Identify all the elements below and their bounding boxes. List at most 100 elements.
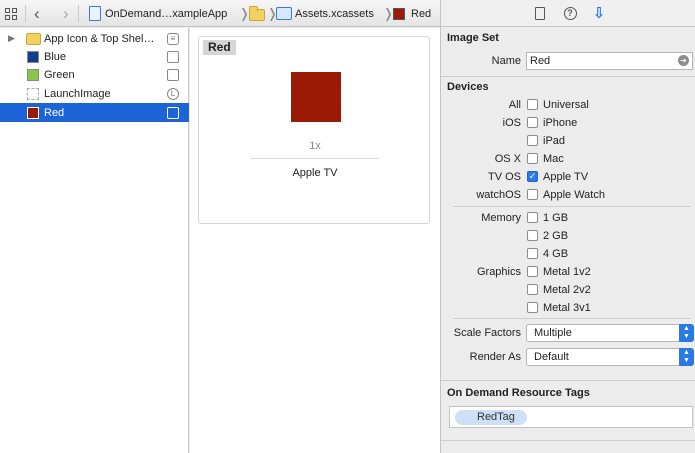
section-title-devices: Devices	[447, 81, 489, 93]
list-item-green[interactable]: Green	[0, 65, 189, 84]
checkbox-memory-4gb[interactable]	[527, 248, 538, 259]
scale-label: 1x	[309, 140, 321, 152]
section-separator	[453, 318, 691, 319]
list-item-app-icon[interactable]: ▶ App Icon & Top Shel… ≡	[0, 29, 189, 48]
asset-catalog-icon[interactable]	[276, 0, 292, 27]
checkbox-metal-3v1[interactable]	[527, 302, 538, 313]
checkbox-apple-watch[interactable]	[527, 189, 538, 200]
checkbox-label: Mac	[543, 153, 564, 165]
image-placeholder-icon	[27, 87, 39, 100]
crumb-red[interactable]: Red	[411, 0, 431, 27]
crumb-assets[interactable]: Assets.xcassets	[295, 0, 374, 27]
checkbox-label: Metal 1v2	[543, 266, 591, 278]
jumpbar-divider	[25, 5, 26, 22]
checkbox-label: iPad	[543, 135, 566, 147]
section-title-odr-tags: On Demand Resource Tags	[447, 387, 590, 399]
list-item-blue[interactable]: Blue	[0, 47, 189, 66]
checkbox-memory-1gb[interactable]	[527, 212, 538, 223]
section-title-image-set: Image Set	[447, 32, 499, 44]
go-arrow-icon[interactable]: ➜	[678, 55, 689, 66]
checkbox-metal-2v2[interactable]	[527, 284, 538, 295]
graphics-label: Graphics	[476, 266, 521, 278]
checkbox-metal-1v2[interactable]	[527, 266, 538, 277]
card-divider	[251, 158, 379, 159]
jumpbar-divider	[78, 5, 79, 22]
card-title: Red	[203, 40, 236, 55]
popup-arrows-icon: ▲ ▼	[679, 348, 694, 366]
color-swatch-icon[interactable]	[393, 0, 405, 27]
scale-factors-popup[interactable]: Multiple ▲ ▼	[526, 324, 694, 342]
attributes-inspector: ? ⇩ Image Set Name Red ➜ Devices All Uni…	[440, 0, 695, 453]
checkbox-ipad[interactable]	[527, 135, 538, 146]
device-label: OS X	[494, 153, 521, 165]
xcode-asset-catalog-window: ‹ › OnDemand…xampleApp ❭ ❭ Assets.xcasse…	[0, 0, 695, 453]
square-badge-icon	[167, 68, 179, 81]
render-as-label: Render As	[469, 351, 521, 363]
color-swatch-icon	[27, 68, 39, 81]
checkbox-label: 2 GB	[543, 230, 569, 242]
checkbox-label: Metal 2v2	[543, 284, 591, 296]
folder-icon[interactable]	[249, 1, 265, 28]
asset-list: ▶ App Icon & Top Shel… ≡ Blue Green Laun…	[0, 28, 189, 453]
project-file-icon[interactable]	[89, 0, 101, 27]
checkbox-label: 4 GB	[543, 248, 569, 260]
device-label: watchOS	[476, 189, 521, 201]
checkbox-memory-2gb[interactable]	[527, 230, 538, 241]
checkbox-label: 1 GB	[543, 212, 569, 224]
stack-badge-icon: ≡	[167, 32, 179, 45]
launch-badge-icon: L	[167, 87, 179, 100]
name-label: Name	[491, 55, 521, 67]
checkbox-label: iPhone	[543, 117, 578, 129]
tag-token[interactable]: RedTag	[455, 410, 527, 425]
device-label: All	[508, 99, 521, 111]
scale-factors-value: Multiple	[534, 327, 572, 339]
file-icon[interactable]	[532, 6, 548, 22]
list-item-red[interactable]: Red	[0, 103, 189, 122]
image-slot-1x[interactable]	[291, 72, 341, 122]
list-item-label: App Icon & Top Shel…	[44, 32, 155, 45]
list-item-label: LaunchImage	[44, 87, 111, 100]
odr-tags-field[interactable]: RedTag	[449, 406, 693, 428]
checkbox-label: Apple Watch	[543, 189, 605, 201]
section-separator	[441, 76, 695, 77]
checkbox-label: Apple TV	[543, 171, 589, 183]
list-item-launchimage[interactable]: LaunchImage L	[0, 84, 189, 103]
attributes-icon[interactable]: ⇩	[591, 6, 607, 22]
section-separator	[453, 206, 691, 207]
checkbox-iphone[interactable]	[527, 117, 538, 128]
jump-bar: ‹ › OnDemand…xampleApp ❭ ❭ Assets.xcasse…	[0, 0, 440, 27]
help-icon[interactable]: ?	[562, 6, 578, 22]
color-swatch-icon	[27, 50, 39, 63]
disclosure-triangle-icon[interactable]: ▶	[8, 33, 15, 44]
checkbox-label: Metal 3v1	[543, 302, 591, 314]
device-label: TV OS	[487, 171, 521, 183]
asset-editor: Red 1x Apple TV	[190, 28, 440, 453]
color-swatch-icon	[27, 106, 39, 119]
render-as-value: Default	[534, 351, 569, 363]
forward-arrow-icon[interactable]: ›	[63, 0, 69, 27]
section-separator	[441, 380, 695, 381]
inspector-tabs: ? ⇩	[441, 0, 695, 27]
checkbox-apple-tv[interactable]: ✓	[527, 171, 538, 182]
render-as-popup[interactable]: Default ▲ ▼	[526, 348, 694, 366]
checkbox-mac[interactable]	[527, 153, 538, 164]
related-items-icon[interactable]	[5, 0, 17, 27]
section-separator	[441, 440, 695, 441]
list-item-label: Blue	[44, 50, 67, 63]
idiom-label: Apple TV	[292, 167, 338, 179]
checkbox-label: Universal	[543, 99, 589, 111]
name-field[interactable]: Red ➜	[526, 52, 693, 70]
popup-arrows-icon: ▲ ▼	[679, 324, 694, 342]
folder-icon	[26, 32, 41, 45]
checkbox-universal[interactable]	[527, 99, 538, 110]
name-value: Red	[530, 55, 551, 67]
back-arrow-icon[interactable]: ‹	[34, 0, 40, 27]
crumb-project[interactable]: OnDemand…xampleApp	[105, 0, 227, 27]
list-item-label: Green	[44, 68, 75, 81]
memory-label: Memory	[481, 212, 521, 224]
square-badge-icon	[167, 50, 179, 63]
list-item-label: Red	[44, 106, 65, 119]
image-set-card[interactable]: Red 1x Apple TV	[198, 36, 430, 224]
scale-factors-label: Scale Factors	[453, 327, 521, 339]
device-label: iOS	[502, 117, 521, 129]
